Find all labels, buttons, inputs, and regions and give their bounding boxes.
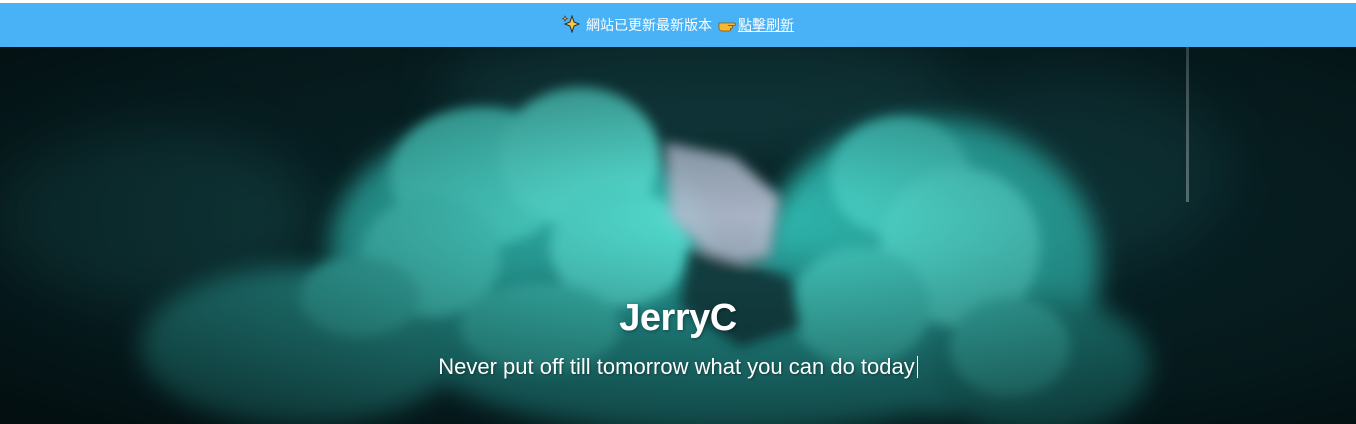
site-title: JerryC bbox=[619, 297, 737, 339]
site-subtitle-text: Never put off till tomorrow what you can… bbox=[438, 354, 915, 379]
pointing-hand-icon bbox=[718, 22, 736, 32]
hero-banner: JerryC Never put off till tomorrow what … bbox=[0, 47, 1356, 424]
page: 網站已更新最新版本 點擊刷新 JerryC Never put off till… bbox=[0, 0, 1356, 424]
sparkles-icon bbox=[562, 15, 580, 33]
site-subtitle: Never put off till tomorrow what you can… bbox=[0, 354, 1356, 380]
update-notice-bar: 網站已更新最新版本 點擊刷新 bbox=[0, 3, 1356, 47]
refresh-link[interactable]: 點擊刷新 bbox=[738, 15, 794, 35]
typing-cursor bbox=[916, 356, 918, 378]
update-notice-text: 網站已更新最新版本 bbox=[586, 18, 712, 34]
